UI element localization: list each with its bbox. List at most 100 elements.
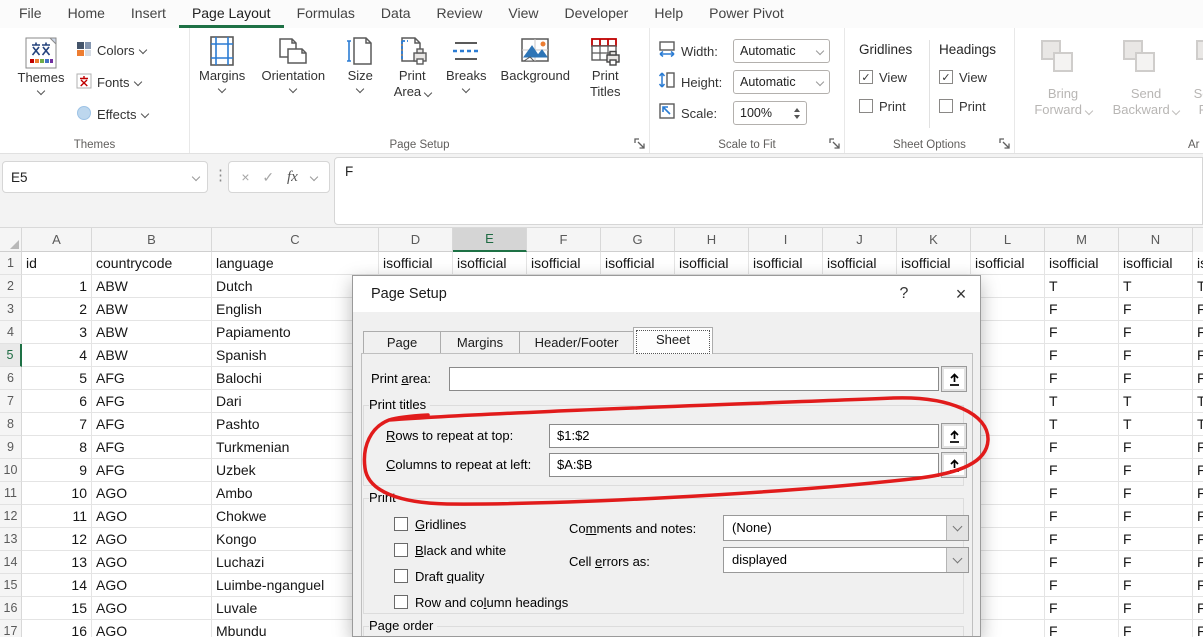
cell[interactable]: F — [1193, 482, 1203, 505]
cell[interactable] — [971, 413, 1045, 436]
cell[interactable] — [971, 505, 1045, 528]
row-header-13[interactable]: 13 — [0, 528, 22, 551]
formula-bar-handle[interactable]: ⋮ — [213, 166, 228, 184]
cell[interactable]: 12 — [22, 528, 92, 551]
page-setup-dialog-launcher[interactable] — [633, 137, 646, 150]
cell[interactable]: AGO — [92, 574, 212, 597]
cols-repeat-field[interactable]: $A:$B — [549, 453, 939, 477]
cell[interactable]: 10 — [22, 482, 92, 505]
row-header-6[interactable]: 6 — [0, 367, 22, 390]
cell[interactable]: F — [1119, 597, 1193, 620]
draft-quality-checkbox[interactable] — [394, 569, 408, 583]
cell[interactable]: F — [1045, 436, 1119, 459]
row-header-11[interactable]: 11 — [0, 482, 22, 505]
cell[interactable]: F — [1193, 298, 1203, 321]
scale-spinner[interactable]: 100% — [733, 101, 807, 125]
cell[interactable]: 5 — [22, 367, 92, 390]
cell[interactable]: T — [1193, 390, 1203, 413]
cell[interactable]: F — [1193, 436, 1203, 459]
cell[interactable]: isofficial — [749, 252, 823, 275]
cell[interactable]: F — [1119, 620, 1193, 637]
row-header-5[interactable]: 5 — [0, 344, 22, 367]
print-area-button[interactable]: Print Area — [384, 30, 440, 100]
effects-button[interactable]: Effects — [76, 100, 148, 128]
column-header-E[interactable]: E — [453, 228, 527, 252]
print-titles-button[interactable]: Print Titles — [578, 30, 632, 100]
cell[interactable] — [971, 321, 1045, 344]
cell-errors-dropdown[interactable]: displayed — [723, 547, 969, 573]
cell[interactable]: F — [1119, 298, 1193, 321]
cell[interactable]: F — [1045, 505, 1119, 528]
combo-button[interactable] — [946, 516, 968, 540]
cell[interactable]: ABW — [92, 298, 212, 321]
name-box[interactable]: E5 — [2, 161, 208, 193]
cell[interactable]: F — [1045, 620, 1119, 637]
help-icon[interactable]: ? — [885, 276, 923, 312]
headings-print-checkbox[interactable]: Print — [939, 96, 996, 116]
collapse-dialog-icon[interactable] — [941, 423, 967, 449]
rows-repeat-field[interactable]: $1:$2 — [549, 424, 939, 448]
tab-margins[interactable]: Margins — [440, 331, 520, 354]
cell[interactable]: 16 — [22, 620, 92, 637]
cell[interactable]: F — [1045, 344, 1119, 367]
cell[interactable]: F — [1045, 551, 1119, 574]
menu-item-page-layout[interactable]: Page Layout — [179, 0, 284, 28]
cell[interactable]: AGO — [92, 620, 212, 637]
row-header-1[interactable]: 1 — [0, 252, 22, 275]
cell[interactable]: T — [1193, 275, 1203, 298]
tab-sheet[interactable]: Sheet — [633, 327, 713, 354]
cell[interactable] — [971, 551, 1045, 574]
column-header-B[interactable]: B — [92, 228, 212, 252]
cell[interactable]: countrycode — [92, 252, 212, 275]
cell[interactable]: isofficial — [675, 252, 749, 275]
row-header-14[interactable]: 14 — [0, 551, 22, 574]
cell[interactable]: T — [1193, 413, 1203, 436]
print-area-field[interactable] — [449, 367, 939, 391]
cell[interactable]: isofficial — [897, 252, 971, 275]
sheet-options-dialog-launcher[interactable] — [998, 137, 1011, 150]
cancel-icon[interactable]: × — [241, 169, 249, 185]
cell[interactable] — [971, 528, 1045, 551]
menu-item-formulas[interactable]: Formulas — [284, 0, 368, 28]
gridlines-checkbox[interactable] — [394, 517, 408, 531]
cell[interactable]: T — [1119, 275, 1193, 298]
menu-item-developer[interactable]: Developer — [552, 0, 642, 28]
cell[interactable]: F — [1119, 436, 1193, 459]
cell[interactable]: F — [1193, 459, 1203, 482]
cell[interactable]: isofficial — [823, 252, 897, 275]
cell[interactable]: F — [1193, 344, 1203, 367]
row-header-12[interactable]: 12 — [0, 505, 22, 528]
gridlines-print-checkbox[interactable]: Print — [859, 96, 912, 116]
cell[interactable]: F — [1045, 298, 1119, 321]
row-header-7[interactable]: 7 — [0, 390, 22, 413]
cell[interactable]: F — [1119, 574, 1193, 597]
cell[interactable]: AGO — [92, 528, 212, 551]
cell[interactable]: F — [1045, 528, 1119, 551]
cell[interactable] — [971, 344, 1045, 367]
cell[interactable]: AGO — [92, 505, 212, 528]
cell[interactable]: language — [212, 252, 379, 275]
row-header-4[interactable]: 4 — [0, 321, 22, 344]
cell[interactable]: 14 — [22, 574, 92, 597]
margins-button[interactable]: Margins — [194, 30, 250, 100]
cell[interactable]: F — [1193, 620, 1203, 637]
column-header-C[interactable]: C — [212, 228, 379, 252]
collapse-dialog-icon[interactable] — [941, 366, 967, 392]
cell[interactable]: F — [1193, 574, 1203, 597]
cell[interactable]: isofficial — [601, 252, 675, 275]
send-backward-button[interactable]: Send Backward — [1107, 82, 1185, 118]
cell[interactable] — [971, 597, 1045, 620]
cell[interactable]: 11 — [22, 505, 92, 528]
cell[interactable]: F — [1193, 551, 1203, 574]
column-header-D[interactable]: D — [379, 228, 453, 252]
row-header-8[interactable]: 8 — [0, 413, 22, 436]
cell[interactable]: T — [1045, 413, 1119, 436]
cell[interactable]: isofficial — [1119, 252, 1193, 275]
cell[interactable]: F — [1045, 459, 1119, 482]
column-header-L[interactable]: L — [971, 228, 1045, 252]
cell[interactable]: 9 — [22, 459, 92, 482]
column-header-N[interactable]: N — [1119, 228, 1193, 252]
height-dropdown[interactable]: Automatic — [733, 70, 830, 94]
cell[interactable]: F — [1119, 482, 1193, 505]
cell[interactable]: AFG — [92, 459, 212, 482]
